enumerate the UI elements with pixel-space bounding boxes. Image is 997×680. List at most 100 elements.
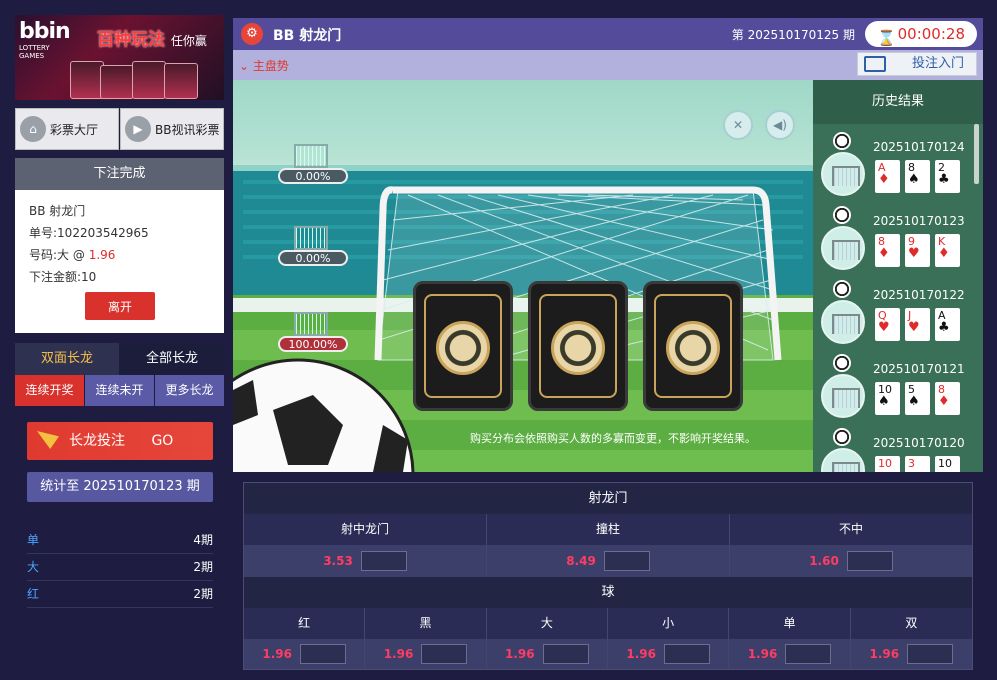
bet-amount-input[interactable]: [663, 644, 710, 664]
playing-card: 2 ♣: [935, 160, 960, 193]
card-slot: [528, 281, 628, 411]
odds-cell: 1.96: [850, 639, 972, 669]
history-issue: 202510170122: [873, 288, 965, 302]
ball-icon: [833, 354, 851, 372]
playing-card: J ♥: [905, 308, 930, 341]
gear-icon[interactable]: ⚙: [241, 23, 263, 45]
bet-amount-input[interactable]: [299, 644, 346, 664]
tab-consecutive-not-open[interactable]: 连续未开: [85, 375, 154, 406]
ball-icon: [833, 132, 851, 150]
leave-button[interactable]: 离开: [85, 292, 155, 320]
playing-card: 10 ♠: [875, 382, 900, 415]
long-bet-button[interactable]: 长龙投注 GO: [27, 422, 213, 460]
playing-card: 9 ♥: [905, 234, 930, 267]
history-issue: 202510170123: [873, 214, 965, 228]
card-slot: [643, 281, 743, 411]
bet-game-name: BB 射龙门: [29, 204, 86, 218]
odds-cell: 1.96: [244, 639, 366, 669]
tab-all-long[interactable]: 全部长龙: [120, 343, 224, 375]
stat-until-button[interactable]: 统计至 202510170123 期: [27, 472, 213, 502]
ball-icon: [666, 321, 720, 375]
go-label: GO: [151, 433, 174, 449]
bb-video-label: BB视讯彩票: [155, 122, 220, 137]
odds-cell: 1.96: [486, 639, 608, 669]
bet-amount-input[interactable]: [542, 644, 589, 664]
banner-game-cards: [70, 57, 220, 99]
playing-card: 5 ♠: [905, 382, 930, 415]
playing-card: 8 ♦: [935, 382, 960, 415]
bet-guide-button[interactable]: 投注入门: [857, 52, 977, 76]
bet-amount-input[interactable]: [603, 551, 650, 571]
odds-cell: 1.60: [730, 545, 972, 577]
bet-complete-title: 下注完成: [15, 158, 224, 190]
distribution-notice: 购买分布会依照购买人数的多寡而变更，不影响开奖结果。: [470, 432, 756, 445]
bb-video-lottery-button[interactable]: ▶ BB视讯彩票: [120, 108, 224, 150]
playing-card: A ♣: [935, 308, 960, 341]
ball-icon: [833, 280, 851, 298]
game-title: BB 射龙门: [273, 28, 342, 44]
history-title: 历史结果: [813, 80, 983, 124]
ball-icon: [436, 321, 490, 375]
bet-amount-input[interactable]: [360, 551, 407, 571]
bet-amount-input[interactable]: [785, 644, 832, 664]
mute-icon[interactable]: ✕: [723, 110, 753, 140]
column-header: 红: [244, 608, 366, 639]
bet-guide-label: 投注入门: [911, 56, 964, 71]
history-item: 202510170122 Q ♥ J ♥ A ♣: [813, 278, 983, 352]
stadium-scene: [233, 165, 813, 472]
ball-icon: [833, 428, 851, 446]
column-header: 大: [486, 608, 608, 639]
goal-icon: [821, 152, 865, 196]
promo-banner[interactable]: bbin LOTTERY GAMES 百种玩法 任你赢: [15, 15, 224, 100]
lottery-hall-label: 彩票大厅: [50, 122, 99, 137]
bet-amount-input[interactable]: [907, 644, 954, 664]
goal-icon: [821, 300, 865, 344]
tab-more-long[interactable]: 更多长龙: [155, 375, 224, 406]
history-panel: 历史结果 202510170124 A ♦ 8 ♠ 2 ♣ 202510170123 8 ♦ 9 ♥ K…: [813, 80, 983, 472]
playing-card: 10: [935, 456, 960, 472]
stat-row: 单 4期: [27, 527, 213, 554]
playing-card: 8 ♦: [875, 234, 900, 267]
section-title-ball: 球: [244, 577, 972, 608]
lottery-hall-button[interactable]: ⌂ 彩票大厅: [15, 108, 119, 150]
column-header: 不中: [730, 514, 972, 545]
tab-consecutive-open[interactable]: 连续开奖: [15, 375, 84, 406]
column-header: 撞柱: [487, 514, 730, 545]
odds-board: 射龙门 射中龙门 撞柱 不中 3.53 8.49 1.60 球 红 1.96 黑 1.…: [243, 482, 973, 670]
goal-icon: [821, 374, 865, 418]
playing-card: 8 ♠: [905, 160, 930, 193]
bet-amount-input[interactable]: [421, 644, 468, 664]
goal-icon: [821, 226, 865, 270]
playing-card: 10: [875, 456, 900, 472]
speaker-icon[interactable]: ◀): [765, 110, 795, 140]
bet-complete-panel: 下注完成 BB 射龙门 单号:102203542965 号码:大 @ 1.96 …: [15, 158, 224, 333]
playing-card: 3: [905, 456, 930, 472]
long-bet-label: 长龙投注: [69, 433, 125, 449]
history-issue: 202510170121: [873, 362, 965, 376]
book-icon: [864, 56, 886, 72]
camera-icon: ▶: [125, 116, 151, 142]
flag-icon: [37, 431, 59, 449]
history-item: 202510170124 A ♦ 8 ♠ 2 ♣: [813, 130, 983, 204]
ball-icon: [551, 321, 605, 375]
tab-double-long[interactable]: 双面长龙: [15, 343, 119, 375]
bet-pick: 号码:大 @ 1.96: [29, 248, 116, 262]
distribution-indicator: 100.00%: [278, 304, 348, 354]
sub-toolbar: ⌄ 主盘势 投注入门: [233, 50, 983, 80]
hourglass-icon: ⌛: [877, 29, 896, 47]
current-issue: 第 202510170125 期: [731, 28, 855, 42]
home-icon: ⌂: [20, 116, 46, 142]
stat-row: 大 2期: [27, 554, 213, 581]
bet-amount-input[interactable]: [846, 551, 893, 571]
bet-order-number: 单号:102203542965: [29, 226, 149, 240]
history-item: 202510170120 10 3 10: [813, 426, 983, 472]
main-trend-dropdown[interactable]: ⌄ 主盘势: [239, 57, 289, 74]
odds-cell: 1.96: [729, 639, 851, 669]
column-header: 黑: [365, 608, 487, 639]
stat-row: 红 2期: [27, 581, 213, 608]
odds-cell: 1.96: [608, 639, 730, 669]
goal-icon: [821, 448, 865, 472]
playing-card: A ♦: [875, 160, 900, 193]
playing-card: Q ♥: [875, 308, 900, 341]
history-item: 202510170123 8 ♦ 9 ♥ K ♦: [813, 204, 983, 278]
